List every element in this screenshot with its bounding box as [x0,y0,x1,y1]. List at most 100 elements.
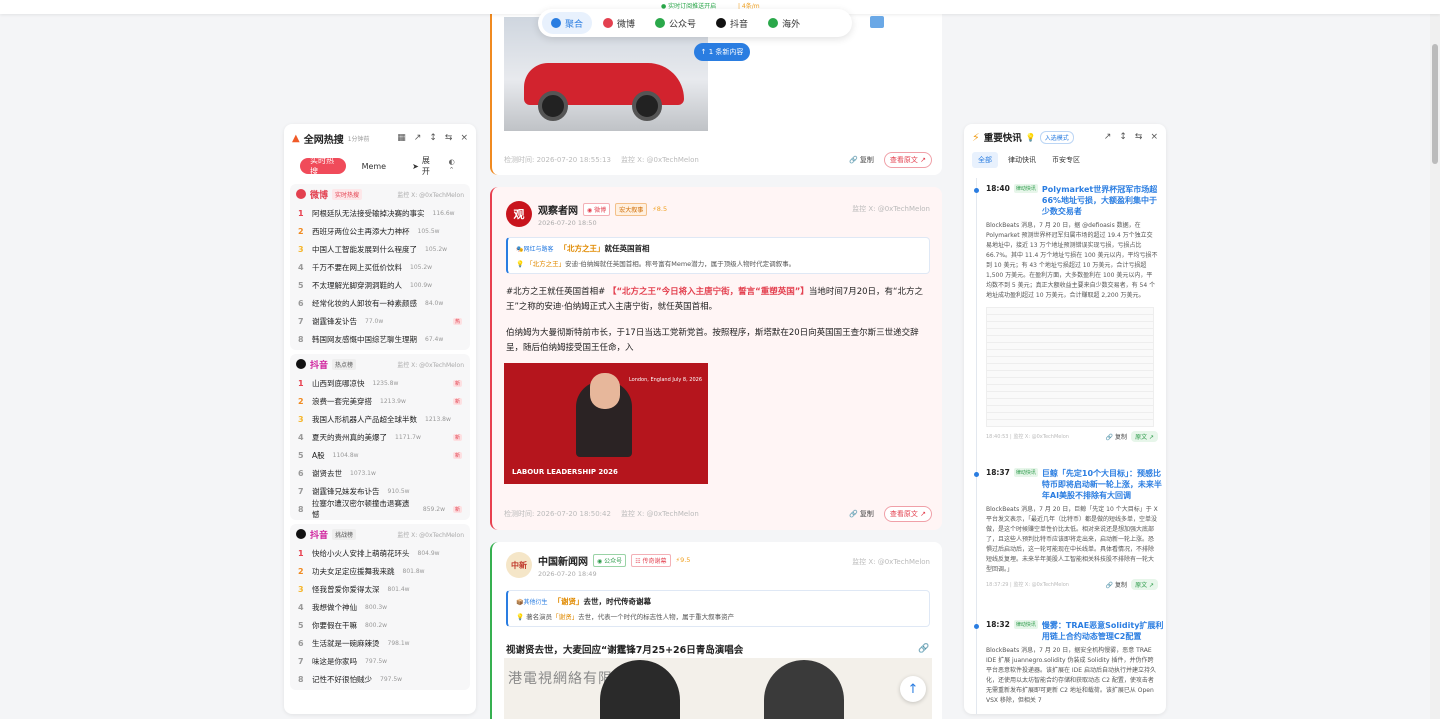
tab-wechat[interactable]: 公众号 [646,12,705,34]
hot-title: 西班牙两位公主再添大力神杯 [312,226,410,236]
news-tabs: 全部 律动快讯 币安专区 [964,150,1166,170]
collapse-toggle[interactable]: ◐ ⌃ [449,158,460,174]
grid-icon[interactable]: ▦ [397,133,406,143]
hot-search-row[interactable]: 5 不太理解光脚穿洞洞鞋的人 100.9w [290,276,470,294]
back-to-top-button[interactable]: ↑ [900,676,926,702]
news-photo[interactable]: London, England July 8, 2026 LABOUR LEAD… [504,363,708,484]
post-time: 2026-07-20 18:50 [538,218,597,227]
hot-title: 味这是你家吗 [312,656,357,666]
news-headline[interactable]: Polymarket世界杯冠军市场超66%地址亏损，大额盈利集中于少数交易者 [1042,184,1164,217]
copy-button[interactable]: 🔗 复制 [1106,580,1127,589]
close-icon[interactable]: × [1150,132,1158,142]
hot-search-row[interactable]: 2 功夫女足定应援舞我来跳 801.8w [290,562,470,580]
hot-search-row[interactable]: 7 谢霆锋发讣告 77.0w 热 [290,312,470,330]
tab-overseas[interactable]: 海外 [759,12,809,34]
hot-search-row[interactable]: 3 怪我曾爱你爱得太深 801.4w [290,580,470,598]
hot-search-row[interactable]: 5 A股 1104.8w 新 [290,446,470,464]
weibo-icon [296,189,306,199]
data-table-image[interactable] [986,307,1154,427]
original-button[interactable]: 原文 ↗ [1131,579,1158,590]
timeline-dot [974,188,979,193]
hot-title: 快给小火人安排上萌萌花环头 [312,548,410,558]
copy-button[interactable]: 🔗 复制 [1106,432,1127,441]
briefcase-icon[interactable] [870,16,884,28]
tab-binance[interactable]: 币安专区 [1046,152,1086,168]
hot-search-row[interactable]: 1 快给小火人安排上萌萌花环头 804.9w [290,544,470,562]
source-name[interactable]: 观察者网 [538,202,578,217]
new-content-button[interactable]: ↑ 1 条新内容 [694,43,750,61]
rank-number: 2 [298,226,304,236]
tab-realtime-hot[interactable]: 实时热搜 [300,156,346,176]
source-name[interactable]: 中国新闻网 [538,553,588,568]
rank-number: 3 [298,244,304,254]
table-row [987,315,1153,322]
swap-icon[interactable]: ⇆ [445,133,453,143]
hot-search-row[interactable]: 4 我想做个神仙 800.3w [290,598,470,616]
weibo-icon: ◉ [587,206,593,214]
scrollbar[interactable] [1430,0,1440,719]
table-row [987,364,1153,371]
avatar[interactable]: 中新 [506,552,532,578]
link-icon[interactable]: 🔗 [918,644,929,654]
hot-search-row[interactable]: 1 阿根廷队无法接受输掉决赛的事实 116.6w [290,204,470,222]
copy-button[interactable]: 🔗 复制 [849,155,874,165]
hot-search-row[interactable]: 5 你要假在干嘛 800.2w [290,616,470,634]
hot-search-row[interactable]: 4 夏天的贵州真的美爆了 1171.7w 新 [290,428,470,446]
hot-search-row[interactable]: 6 经常化妆的人卸妆有一种素颜感 84.0w [290,294,470,312]
meme-analysis-box: 🎭网红与路客 「北方之王」就任英国首相 💡 「北方之王」安迪·伯纳姆就任英国首相。… [506,237,930,274]
view-original-button[interactable]: 查看原文 ↗ [883,506,932,522]
scrollbar-thumb[interactable] [1432,44,1438,164]
hot-search-row[interactable]: 8 韩国网友感慨中国综艺聊生理期 67.4w [290,330,470,348]
score: ⚡9.5 [675,556,691,564]
expand-icon[interactable]: ↗ [414,133,422,143]
mode-toggle[interactable]: 入选模式 [1039,130,1074,144]
tab-blockbeats[interactable]: 律动快讯 [1002,152,1042,168]
rank-number: 6 [298,468,304,478]
news-source-tag: 律动快讯 [1013,184,1038,193]
tab-aggregate[interactable]: 聚合 [542,12,593,34]
hot-search-row[interactable]: 8 记性不好很怕贼少 797.5w [290,670,470,688]
hot-badge: 新 [452,505,462,513]
monitor-label: 监控 X: @0xTechMelon [852,205,930,213]
swap-icon[interactable]: ⇆ [1135,132,1143,142]
hot-title: 经常化妆的人卸妆有一种素颜感 [312,298,417,308]
avatar[interactable]: 观 [506,201,532,227]
news-headline[interactable]: 巨鲸「先定10个大目标」：预感比特币即将启动新一轮上涨，未来半年AI美股不排除有… [1042,468,1164,501]
copy-button[interactable]: 🔗 复制 [849,509,874,519]
hot-search-row[interactable]: 8 拉塞尔遭汉密尔顿撞击退赛遗憾 859.2w 新 [290,499,470,519]
hot-search-row[interactable]: 3 我国人形机器人产品超全球半数 1213.8w [290,410,470,428]
close-icon[interactable]: × [460,133,468,143]
heat-value: 105.2w [425,245,448,253]
video-title[interactable]: 视谢贤去世，大麦回应“谢霆锋7月25+26日青岛演唱会 [506,642,743,656]
tab-expand[interactable]: ➤ 展开 [402,156,443,176]
heat-value: 859.2w [422,505,445,513]
aggregate-icon [551,18,561,28]
expand-icon[interactable]: ↗ [1104,132,1112,142]
table-row [987,329,1153,336]
hot-search-row[interactable]: 2 浪费一套完美穿搭 1213.9w 新 [290,392,470,410]
post-time: 2026-07-20 18:49 [538,569,597,578]
timeline-dot [974,624,979,629]
sort-icon[interactable]: ↕ [429,133,437,143]
hot-search-row[interactable]: 6 生活就是一碗麻辣烫 798.1w [290,634,470,652]
heat-value: 801.4w [387,585,410,593]
tab-all[interactable]: 全部 [972,152,998,168]
hot-search-row[interactable]: 4 千万不要在网上买低价饮料 105.2w [290,258,470,276]
hot-search-row[interactable]: 1 山西到底哪凉快 1235.8w 新 [290,374,470,392]
hot-search-row[interactable]: 3 中国人工智能发展到什么程度了 105.2w [290,240,470,258]
video-thumbnail[interactable]: 港電視網絡有限 [504,658,932,719]
heat-value: 77.0w [365,317,384,325]
original-button[interactable]: 原文 ↗ [1131,431,1158,442]
tab-meme[interactable]: Meme [352,158,397,174]
tab-weibo[interactable]: 微博 [594,12,644,34]
hot-search-row[interactable]: 6 谢贤去世 1073.1w [290,464,470,482]
section-weibo: 微博 实时热搜 监控 X: @0xTechMelon 1 阿根廷队无法接受输掉决赛的事… [290,184,470,350]
douyin-icon [716,18,727,28]
hot-search-row[interactable]: 2 西班牙两位公主再添大力神杯 105.5w [290,222,470,240]
hot-search-row[interactable]: 7 味这是你家吗 797.5w [290,652,470,670]
tab-douyin[interactable]: 抖音 [707,12,757,34]
sort-icon[interactable]: ↕ [1119,132,1127,142]
news-headline[interactable]: 慢雾：TRAE恶意Solidity扩展利用链上合约动态管理C2配置 [1042,620,1164,642]
platform-badge: ◉ 公众号 [593,553,627,567]
view-original-button[interactable]: 查看原文 ↗ [883,152,932,168]
